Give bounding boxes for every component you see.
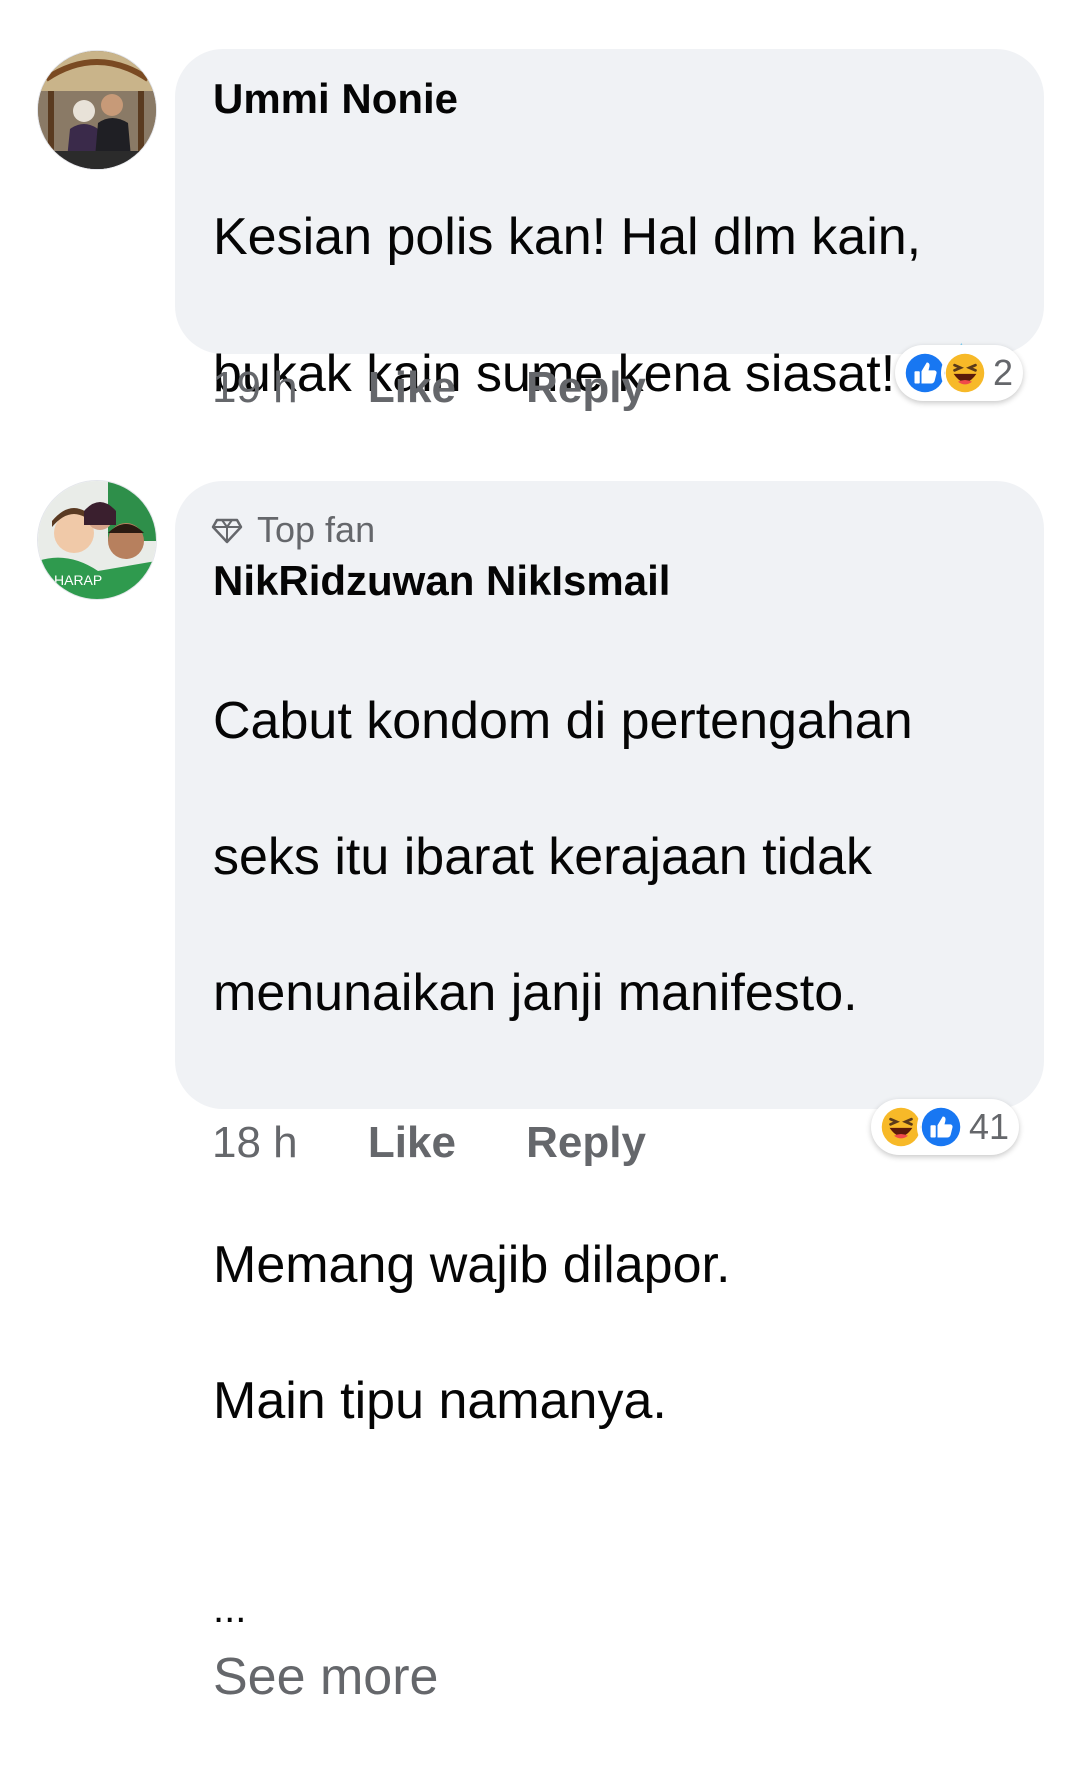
diamond-icon bbox=[211, 518, 243, 544]
reaction-count: 2 bbox=[993, 352, 1014, 393]
avatar-nikridzuwan[interactable]: HARAP bbox=[37, 480, 157, 600]
comment-text-line: Memang wajib dilapor. bbox=[213, 1236, 731, 1294]
ellipsis: ... bbox=[213, 1587, 247, 1631]
comment-text-line: seks itu ibarat kerajaan tidak bbox=[213, 828, 873, 886]
comment-text-line: Cabut kondom di pertengahan bbox=[213, 692, 913, 750]
haha-reaction-icon bbox=[941, 349, 989, 397]
comment-text: Cabut kondom di pertengahan seks itu iba… bbox=[213, 619, 913, 1779]
comment-bubble: Ummi Nonie Kesian polis kan! Hal dlm kai… bbox=[175, 49, 1044, 538]
reply-button[interactable]: Reply bbox=[526, 363, 646, 413]
reaction-summary[interactable]: 41 bbox=[871, 1099, 1020, 1155]
like-button[interactable]: Like bbox=[368, 1118, 456, 1168]
see-more-link[interactable]: See more bbox=[213, 1648, 438, 1706]
comment-actions: 18 h Like Reply bbox=[212, 1118, 646, 1168]
svg-text:HARAP: HARAP bbox=[54, 572, 102, 588]
avatar-ummi-nonie[interactable] bbox=[37, 50, 157, 170]
like-reaction-icon bbox=[917, 1103, 965, 1151]
comment-bubble: Top fan NikRidzuwan NikIsmail Cabut kond… bbox=[175, 481, 1044, 1706]
top-fan-badge: Top fan bbox=[211, 509, 375, 551]
comment-timestamp[interactable]: 19 h bbox=[212, 363, 298, 413]
comment-timestamp[interactable]: 18 h bbox=[212, 1118, 298, 1168]
comment-text-line: menunaikan janji manifesto. bbox=[213, 964, 858, 1022]
comment-text-line: Kesian polis kan! Hal dlm kain, bbox=[213, 208, 922, 266]
reply-button[interactable]: Reply bbox=[526, 1118, 646, 1168]
comment-author[interactable]: Ummi Nonie bbox=[213, 75, 458, 123]
see-more-row: ... See more bbox=[213, 1503, 913, 1711]
top-fan-label: Top fan bbox=[257, 509, 376, 550]
reaction-summary[interactable]: 2 bbox=[895, 345, 1024, 401]
reaction-count: 41 bbox=[969, 1106, 1010, 1147]
comment-text-line: Main tipu namanya. bbox=[213, 1372, 667, 1430]
like-button[interactable]: Like bbox=[368, 363, 456, 413]
comment-actions: 19 h Like Reply bbox=[212, 363, 646, 413]
comment-author[interactable]: NikRidzuwan NikIsmail bbox=[213, 557, 670, 605]
